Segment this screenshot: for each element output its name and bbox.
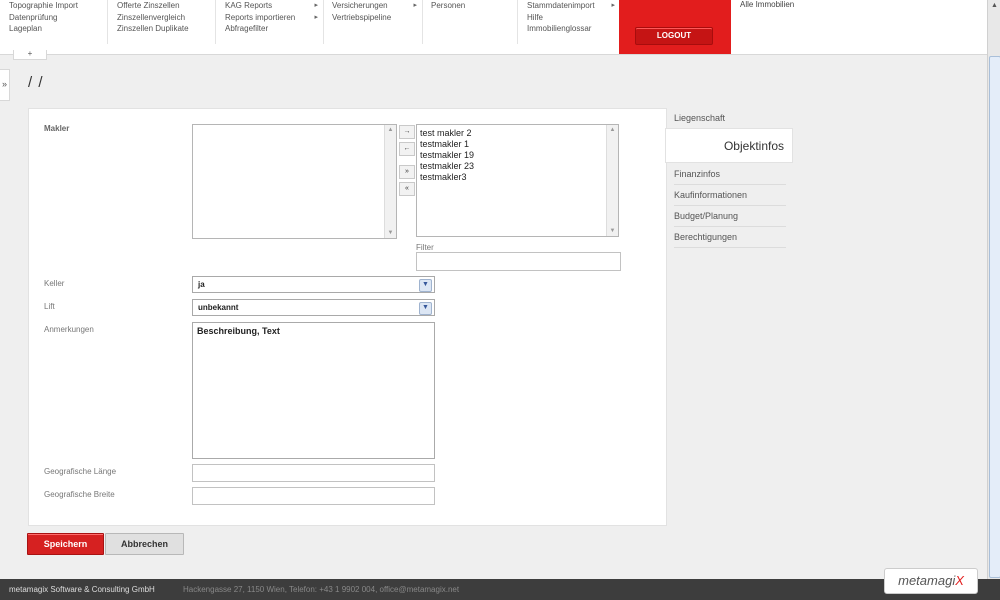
top-menu-bar: Topographie Import Datenprüfung Lageplan… (0, 0, 987, 55)
tab-kaufinformationen[interactable]: Kaufinformationen (674, 185, 786, 206)
page-title: / / (28, 74, 44, 91)
menu-item-label: Versicherungen (332, 1, 388, 10)
lift-label: Lift (44, 302, 55, 311)
makler-label: Makler (44, 124, 70, 133)
submenu-arrow-icon: ▸ (611, 2, 615, 9)
page-scrollbar[interactable]: ▲ (987, 0, 1000, 579)
menu-item-reports-importieren[interactable]: Reports importieren ▸ (225, 12, 323, 24)
form-panel: Makler ▲ ▼ → ← » « test makler 2 testmakl… (28, 108, 667, 526)
cancel-button[interactable]: Abbrechen (105, 533, 184, 555)
menu-item-datenpruefung[interactable]: Datenprüfung (9, 12, 107, 24)
keller-selected-value: ja (198, 280, 205, 289)
menu-column-1: Topographie Import Datenprüfung Lageplan (9, 0, 108, 44)
menu-item-personen[interactable]: Personen (431, 0, 517, 12)
footer-address: Hackengasse 27, 1150 Wien, Telefon: +43 … (183, 585, 460, 594)
scrollbar-thumb[interactable] (989, 56, 1000, 578)
menu-column-5: Personen (431, 0, 518, 44)
chevron-down-icon[interactable]: ▼ (419, 302, 432, 315)
anmerkungen-textarea[interactable]: Beschreibung, Text (192, 322, 435, 459)
all-properties-link[interactable]: Alle Immobilien (740, 0, 794, 9)
submenu-arrow-icon: ▸ (314, 13, 318, 21)
footer: metamagix Software & Consulting GmbH Hac… (0, 579, 1000, 600)
logo-accent: X (955, 573, 964, 588)
menu-item-hilfe[interactable]: Hilfe (527, 12, 619, 24)
makler-available-list[interactable]: ▲ ▼ (192, 124, 397, 239)
menu-item-lageplan[interactable]: Lageplan (9, 23, 107, 35)
filter-label: Filter (416, 243, 434, 252)
menu-item-zinszellen-duplikate[interactable]: Zinszellen Duplikate (117, 23, 215, 35)
list-scrollbar[interactable]: ▲ ▼ (384, 125, 396, 238)
tab-objektinfos[interactable]: Objektinfos (665, 128, 793, 163)
submenu-arrow-icon: ▸ (413, 2, 417, 9)
save-button[interactable]: Speichern (27, 533, 104, 555)
makler-selected-list[interactable]: test makler 2 testmakler 1 testmakler 19… (416, 124, 619, 237)
menu-item-abfragefilter[interactable]: Abfragefilter (225, 23, 323, 35)
tab-label: Objektinfos (723, 139, 784, 153)
menu-column-6: Stammdatenimport ▸ Hilfe Immobilienglossa… (527, 0, 619, 44)
menu-column-3: KAG Reports ▸ Reports importieren ▸ Abfrag… (225, 0, 324, 44)
list-item[interactable]: testmakler 19 (417, 150, 618, 161)
logo-text: metamagi (898, 573, 956, 588)
menu-toggle-tab[interactable]: + (13, 50, 47, 60)
user-panel: LOGOUT (619, 0, 731, 54)
submenu-arrow-icon: ▸ (314, 2, 318, 9)
menu-item-offerte-zinszellen[interactable]: Offerte Zinszellen (117, 0, 215, 12)
menu-item-vertriebspipeline[interactable]: Vertriebspipeline (332, 12, 422, 24)
list-item[interactable]: testmakler 1 (417, 139, 618, 150)
metamagix-logo: metamagiX (884, 568, 978, 594)
scroll-up-icon[interactable]: ▲ (988, 0, 1000, 12)
menu-column-2: Offerte Zinszellen Zinszellenvergleich Z… (117, 0, 216, 44)
scroll-up-icon[interactable]: ▲ (385, 125, 396, 135)
keller-label: Keller (44, 279, 65, 288)
tab-budget-planung[interactable]: Budget/Planung (674, 206, 786, 227)
menu-item-label: KAG Reports (225, 1, 273, 10)
filter-input[interactable] (416, 252, 621, 271)
menu-item-label: Reports importieren (225, 12, 296, 22)
tab-finanzinfos[interactable]: Finanzinfos (674, 164, 786, 185)
sidebar-toggle-handle[interactable]: » (0, 69, 10, 101)
breite-input[interactable] (192, 487, 435, 505)
move-all-left-button[interactable]: « (399, 182, 415, 196)
lift-selected-value: unbekannt (198, 303, 239, 312)
list-item[interactable]: testmakler3 (417, 172, 618, 183)
menu-item-immobilienglossar[interactable]: Immobilienglossar (527, 23, 619, 35)
menu-item-topographie-import[interactable]: Topographie Import (9, 0, 107, 12)
tab-berechtigungen[interactable]: Berechtigungen (674, 227, 786, 248)
move-right-button[interactable]: → (399, 125, 415, 139)
scroll-up-icon[interactable]: ▲ (607, 125, 618, 135)
breite-label: Geografische Breite (44, 490, 115, 499)
chevron-down-icon[interactable]: ▼ (419, 279, 432, 292)
laenge-label: Geografische Länge (44, 467, 117, 476)
menu-item-versicherungen[interactable]: Versicherungen ▸ (332, 0, 422, 12)
list-item[interactable]: test makler 2 (417, 128, 618, 139)
menu-item-label: Stammdatenimport (527, 1, 595, 10)
logout-button[interactable]: LOGOUT (635, 27, 713, 45)
menu-item-zinszellenvergleich[interactable]: Zinszellenvergleich (117, 12, 215, 24)
anmerkungen-label: Anmerkungen (44, 325, 94, 334)
scroll-down-icon[interactable]: ▼ (385, 228, 396, 238)
menu-column-4: Versicherungen ▸ Vertriebspipeline (332, 0, 423, 44)
menu-item-kag-reports[interactable]: KAG Reports ▸ (225, 0, 323, 12)
footer-company: metamagix Software & Consulting GmbH (9, 585, 155, 594)
move-left-button[interactable]: ← (399, 142, 415, 156)
keller-select[interactable]: ja ▼ (192, 276, 435, 293)
tab-liegenschaft[interactable]: Liegenschaft (674, 108, 786, 129)
move-all-right-button[interactable]: » (399, 165, 415, 179)
laenge-input[interactable] (192, 464, 435, 482)
lift-select[interactable]: unbekannt ▼ (192, 299, 435, 316)
list-scrollbar[interactable]: ▲ ▼ (606, 125, 618, 236)
menu-item-stammdatenimport[interactable]: Stammdatenimport ▸ (527, 0, 619, 12)
list-item[interactable]: testmakler 23 (417, 161, 618, 172)
scroll-down-icon[interactable]: ▼ (607, 226, 618, 236)
